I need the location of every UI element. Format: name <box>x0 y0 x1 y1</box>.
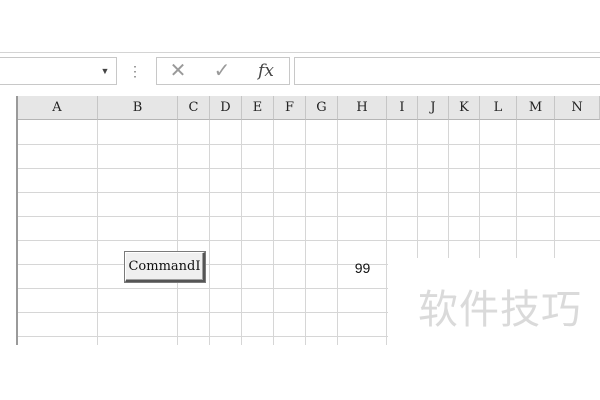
bottom-margin <box>0 346 600 400</box>
row-header-edge <box>16 96 18 345</box>
gridline <box>17 216 600 217</box>
gridline <box>17 168 600 169</box>
formula-bar-top-border <box>0 52 600 53</box>
column-header-f[interactable]: F <box>274 96 306 120</box>
column-header-g[interactable]: G <box>306 96 338 120</box>
column-header-n[interactable]: N <box>555 96 600 120</box>
insert-function-icon[interactable]: fx <box>254 57 278 85</box>
column-header-j[interactable]: J <box>418 96 449 120</box>
column-header-c[interactable]: C <box>178 96 210 120</box>
formula-input[interactable] <box>294 57 600 85</box>
column-header-h[interactable]: H <box>338 96 387 120</box>
chevron-down-icon[interactable]: ▼ <box>98 62 112 80</box>
gridline <box>17 144 600 145</box>
gridline <box>17 192 600 193</box>
column-header-i[interactable]: I <box>387 96 418 120</box>
cell-h-value[interactable]: 99 <box>340 258 385 278</box>
column-header-e[interactable]: E <box>242 96 274 120</box>
column-header-l[interactable]: L <box>480 96 517 120</box>
cancel-icon[interactable]: ✕ <box>166 57 190 85</box>
column-header-b[interactable]: B <box>98 96 178 120</box>
column-header-d[interactable]: D <box>210 96 242 120</box>
more-options-icon[interactable]: ⋮ <box>128 60 142 82</box>
check-icon[interactable]: ✓ <box>210 57 234 85</box>
gridline <box>17 240 600 241</box>
column-header-k[interactable]: K <box>449 96 480 120</box>
watermark-text: 软件技巧 <box>418 287 582 333</box>
command-button[interactable]: CommandI <box>125 252 205 282</box>
column-header-m[interactable]: M <box>517 96 555 120</box>
column-header-a[interactable]: A <box>17 96 98 120</box>
